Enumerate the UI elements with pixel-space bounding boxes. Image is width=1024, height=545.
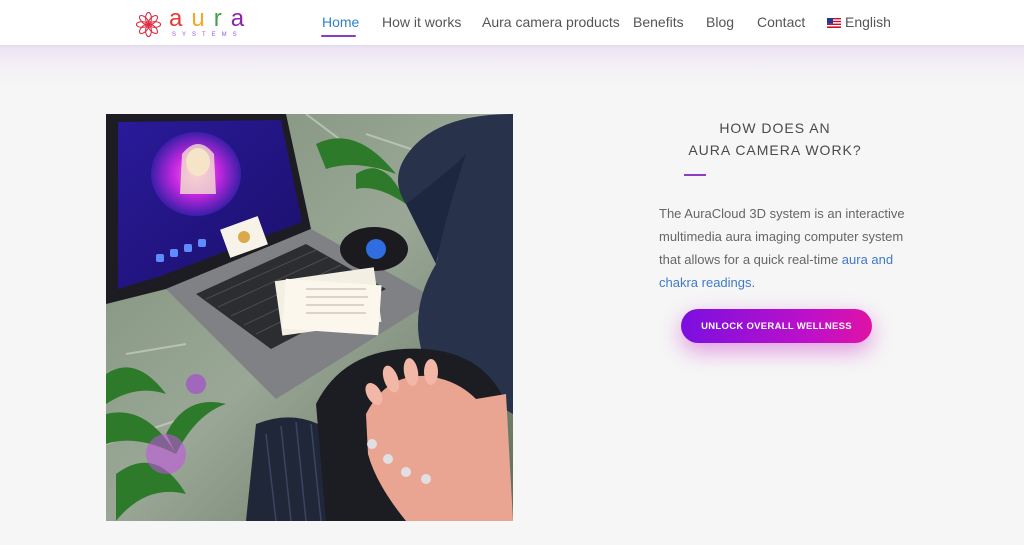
logo-letter: a: [230, 5, 254, 32]
nav-how-it-works[interactable]: How it works: [382, 14, 461, 31]
nav-active-underline: [321, 35, 356, 37]
description-end: .: [751, 275, 756, 290]
section-heading-line1: HOW DOES AN: [719, 120, 831, 136]
section-heading: HOW DOES AN AURA CAMERA WORK?: [640, 117, 910, 161]
logo-letter: a: [169, 5, 192, 32]
logo-wordmark: aura: [169, 7, 253, 31]
nav-benefits[interactable]: Benefits: [633, 14, 684, 31]
aura-systems-logo[interactable]: aura SYSTEMS: [135, 7, 275, 40]
heading-divider: [684, 174, 706, 176]
us-flag-icon: [827, 18, 841, 28]
logo-letter: u: [191, 5, 214, 32]
language-selector[interactable]: English: [845, 14, 891, 31]
header-glow: [0, 45, 1024, 85]
nav-contact[interactable]: Contact: [757, 14, 805, 31]
mandala-logo-icon: [135, 11, 162, 38]
nav-home[interactable]: Home: [322, 14, 359, 31]
nav-blog[interactable]: Blog: [706, 14, 734, 31]
logo-subtitle: SYSTEMS: [172, 32, 243, 38]
nav-aura-camera-products[interactable]: Aura camera products: [482, 14, 620, 31]
site-header: aura SYSTEMS Home How it works Aura came…: [0, 0, 1024, 45]
section-description: The AuraCloud 3D system is an interactiv…: [659, 202, 909, 294]
aura-camera-photo: [106, 114, 513, 521]
section-heading-line2: AURA CAMERA WORK?: [688, 142, 862, 158]
unlock-overall-wellness-button[interactable]: UNLOCK OVERALL WELLNESS: [681, 309, 872, 343]
aura-camera-photo-illustration: [106, 114, 513, 521]
logo-letter: r: [213, 5, 231, 32]
